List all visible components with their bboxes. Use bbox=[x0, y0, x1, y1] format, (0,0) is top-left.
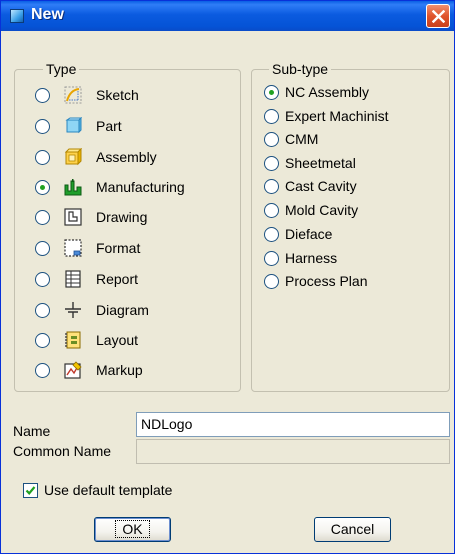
subtype-option-dieface[interactable]: Dieface bbox=[264, 223, 332, 245]
part-icon bbox=[65, 117, 82, 134]
subtype-radio-harness[interactable] bbox=[264, 250, 279, 266]
type-option-report[interactable]: Report bbox=[35, 268, 138, 290]
type-radio-manufacturing[interactable] bbox=[35, 179, 50, 195]
use-default-template-checkbox[interactable] bbox=[23, 483, 38, 498]
close-button[interactable] bbox=[426, 4, 450, 28]
subtype-label-mold-cavity: Mold Cavity bbox=[285, 202, 359, 218]
subtype-radio-cast-cavity[interactable] bbox=[264, 178, 279, 194]
type-label-report: Report bbox=[96, 271, 139, 287]
subtype-radio-dieface[interactable] bbox=[264, 226, 279, 242]
assembly-icon bbox=[64, 148, 82, 166]
subtype-option-expert-machinist[interactable]: Expert Machinist bbox=[264, 105, 388, 127]
subtype-radio-expert-machinist[interactable] bbox=[264, 108, 279, 124]
type-radio-format[interactable] bbox=[35, 240, 50, 256]
subtype-radio-nc-assembly[interactable] bbox=[264, 84, 279, 100]
drawing-icon bbox=[64, 208, 82, 226]
type-radio-part[interactable] bbox=[35, 118, 50, 134]
type-label-sketch: Sketch bbox=[96, 87, 139, 103]
subtype-option-process-plan[interactable]: Process Plan bbox=[264, 270, 367, 292]
subtype-radio-cmm[interactable] bbox=[264, 131, 279, 147]
subtype-option-harness[interactable]: Harness bbox=[264, 247, 337, 269]
new-dialog: New Type Sketch Part Assembly Manufactur… bbox=[0, 0, 455, 554]
format-icon bbox=[64, 239, 82, 257]
type-option-format[interactable]: Format bbox=[35, 237, 140, 259]
close-icon bbox=[432, 10, 445, 23]
markup-icon bbox=[64, 361, 82, 379]
report-icon bbox=[65, 270, 81, 288]
subtype-label-harness: Harness bbox=[285, 250, 338, 266]
ok-button-label: OK bbox=[115, 520, 150, 538]
cancel-button[interactable]: Cancel bbox=[314, 517, 391, 542]
subtype-label-nc-assembly: NC Assembly bbox=[285, 84, 370, 100]
window-icon bbox=[10, 9, 24, 23]
cancel-button-label: Cancel bbox=[330, 521, 375, 537]
common-name-input[interactable] bbox=[136, 439, 450, 464]
subtype-label-dieface: Dieface bbox=[285, 226, 333, 242]
name-input[interactable]: NDLogo bbox=[136, 412, 450, 437]
type-option-sketch[interactable]: Sketch bbox=[35, 84, 139, 106]
window-title: New bbox=[31, 6, 64, 23]
type-label-drawing: Drawing bbox=[96, 209, 148, 225]
subtype-label-cast-cavity: Cast Cavity bbox=[285, 178, 357, 194]
subtype-label-cmm: CMM bbox=[285, 131, 319, 147]
subtype-option-cast-cavity[interactable]: Cast Cavity bbox=[264, 175, 357, 197]
common-name-label: Common Name bbox=[13, 443, 112, 459]
subtype-option-cmm[interactable]: CMM bbox=[264, 128, 318, 150]
type-label-format: Format bbox=[96, 240, 141, 256]
subtype-option-mold-cavity[interactable]: Mold Cavity bbox=[264, 199, 358, 221]
subtype-radio-sheetmetal[interactable] bbox=[264, 155, 279, 171]
type-group-legend: Type bbox=[43, 61, 80, 77]
diagram-icon bbox=[65, 302, 81, 318]
subtype-label-sheetmetal: Sheetmetal bbox=[285, 155, 356, 171]
type-label-manufacturing: Manufacturing bbox=[96, 179, 185, 195]
type-label-diagram: Diagram bbox=[96, 302, 149, 318]
sketch-icon bbox=[64, 86, 82, 104]
type-radio-report[interactable] bbox=[35, 271, 50, 287]
title-bar[interactable]: New bbox=[1, 1, 454, 31]
type-radio-markup[interactable] bbox=[35, 362, 50, 378]
subtype-radio-process-plan[interactable] bbox=[264, 273, 279, 289]
subtype-option-nc-assembly[interactable]: NC Assembly bbox=[264, 81, 369, 103]
subtype-option-sheetmetal[interactable]: Sheetmetal bbox=[264, 152, 356, 174]
type-label-part: Part bbox=[96, 118, 122, 134]
type-option-drawing[interactable]: Drawing bbox=[35, 206, 147, 228]
layout-icon bbox=[65, 331, 81, 349]
type-label-assembly: Assembly bbox=[96, 149, 157, 165]
checkmark-icon bbox=[25, 486, 36, 495]
type-radio-drawing[interactable] bbox=[35, 209, 50, 225]
type-radio-sketch[interactable] bbox=[35, 87, 50, 103]
type-option-part[interactable]: Part bbox=[35, 115, 122, 137]
name-label: Name bbox=[13, 423, 51, 439]
manufacturing-icon bbox=[64, 179, 82, 196]
type-option-markup[interactable]: Markup bbox=[35, 359, 143, 381]
type-radio-layout[interactable] bbox=[35, 332, 50, 348]
type-option-diagram[interactable]: Diagram bbox=[35, 299, 149, 321]
type-radio-assembly[interactable] bbox=[35, 149, 50, 165]
type-option-manufacturing[interactable]: Manufacturing bbox=[35, 176, 185, 198]
subtype-radio-mold-cavity[interactable] bbox=[264, 202, 279, 218]
type-label-markup: Markup bbox=[96, 362, 143, 378]
subtype-group-legend: Sub-type bbox=[269, 61, 332, 77]
subtype-label-process-plan: Process Plan bbox=[285, 273, 368, 289]
type-radio-diagram[interactable] bbox=[35, 302, 50, 318]
type-option-assembly[interactable]: Assembly bbox=[35, 146, 157, 168]
use-default-template-label: Use default template bbox=[44, 482, 173, 498]
type-label-layout: Layout bbox=[96, 332, 139, 348]
subtype-label-expert-machinist: Expert Machinist bbox=[285, 108, 389, 124]
type-option-layout[interactable]: Layout bbox=[35, 329, 138, 351]
ok-button[interactable]: OK bbox=[94, 517, 171, 542]
